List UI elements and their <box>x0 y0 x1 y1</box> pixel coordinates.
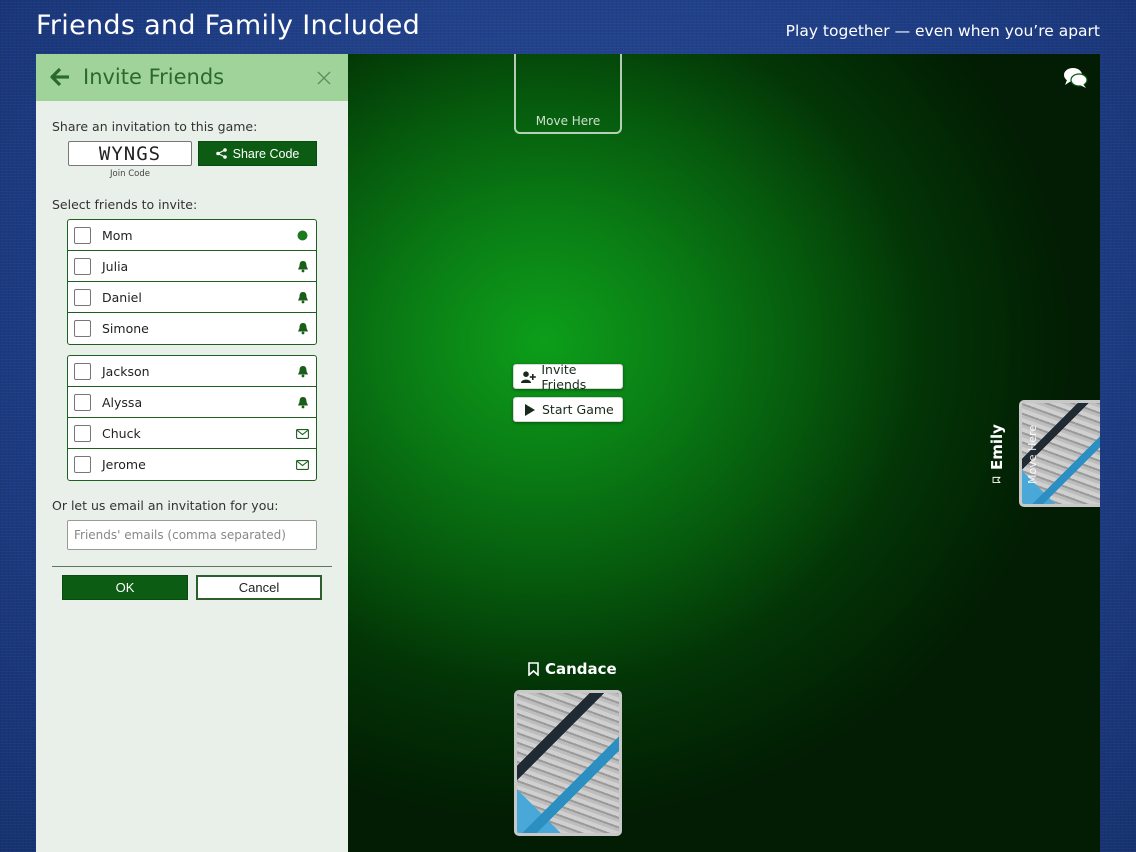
back-arrow-icon[interactable] <box>50 67 70 87</box>
friend-name: Daniel <box>102 289 142 305</box>
bell-icon <box>296 396 309 409</box>
cancel-button[interactable]: Cancel <box>196 575 322 600</box>
share-icon <box>215 148 227 159</box>
select-friends-label: Select friends to invite: <box>52 197 198 212</box>
friend-checkbox[interactable] <box>74 393 91 411</box>
envelope-icon <box>296 427 309 440</box>
invite-friends-button[interactable]: Invite Friends <box>513 361 623 392</box>
friend-name: Chuck <box>102 425 141 441</box>
bookmark-icon <box>993 476 1002 484</box>
friend-row[interactable]: Mom <box>68 220 316 251</box>
join-code-caption: Join Code <box>110 169 150 179</box>
close-icon[interactable] <box>317 71 331 85</box>
share-code-label: Share Code <box>232 146 300 161</box>
divider <box>52 566 332 567</box>
friend-group: Jackson Alyssa Chuck Jerome <box>67 355 317 481</box>
friend-name: Jackson <box>102 363 150 379</box>
friend-checkbox[interactable] <box>74 257 91 275</box>
friend-name: Alyssa <box>102 394 143 410</box>
invite-friends-panel: Invite Friends Share an invitation to th… <box>36 54 348 852</box>
friend-checkbox[interactable] <box>74 362 91 380</box>
bookmark-icon <box>528 662 539 676</box>
friend-checkbox[interactable] <box>74 456 91 473</box>
start-game-label: Start Game <box>542 402 614 417</box>
game-table: Move Here Invite Friends Start Game Cand… <box>348 54 1100 852</box>
play-icon <box>521 403 537 417</box>
friend-name: Simone <box>102 321 149 336</box>
top-slot-label: Move Here <box>535 114 601 128</box>
page-title: Friends and Family Included <box>36 10 421 41</box>
card-deck[interactable] <box>514 690 622 836</box>
friend-row[interactable]: Simone <box>68 313 316 344</box>
friend-row[interactable]: Jerome <box>68 449 316 480</box>
friend-name: Julia <box>102 258 129 274</box>
friend-row[interactable]: Alyssa <box>68 387 316 418</box>
player-candace: Candace <box>528 660 617 678</box>
friend-name: Jerome <box>102 457 146 472</box>
friend-row[interactable]: Jackson <box>68 356 316 387</box>
online-dot-icon <box>296 229 309 242</box>
top-move-slot[interactable]: Move Here <box>514 54 622 134</box>
bell-icon <box>296 322 309 335</box>
panel-title: Invite Friends <box>83 65 225 89</box>
panel-header: Invite Friends <box>36 54 348 101</box>
bell-icon <box>296 260 309 273</box>
invite-friends-label: Invite Friends <box>541 361 587 392</box>
player-name: Emily <box>988 424 1006 470</box>
right-slot-label: Move Here <box>1026 424 1039 484</box>
friend-row[interactable]: Julia <box>68 251 316 282</box>
join-code: WYNGS <box>68 141 192 166</box>
friend-name: Mom <box>102 227 133 243</box>
share-code-button[interactable]: Share Code <box>198 141 317 166</box>
friend-checkbox[interactable] <box>74 424 91 442</box>
bell-icon <box>296 291 309 304</box>
email-input[interactable] <box>67 520 317 550</box>
friend-row[interactable]: Chuck <box>68 418 316 449</box>
friend-checkbox[interactable] <box>74 320 91 337</box>
player-emily: Emily <box>988 424 1006 484</box>
friend-checkbox[interactable] <box>74 288 91 306</box>
player-name: Candace <box>545 660 617 678</box>
friend-group: Mom Julia Daniel Simone <box>67 219 317 345</box>
start-game-button[interactable]: Start Game <box>513 397 623 422</box>
friend-row[interactable]: Daniel <box>68 282 316 313</box>
envelope-icon <box>296 458 309 471</box>
email-label: Or let us email an invitation for you: <box>52 498 279 513</box>
friend-checkbox[interactable] <box>74 226 91 244</box>
chat-icon[interactable] <box>1062 66 1088 90</box>
ok-button[interactable]: OK <box>62 575 188 600</box>
page-tagline: Play together — even when you’re apart <box>785 22 1100 40</box>
bell-icon <box>296 365 309 378</box>
add-user-icon <box>521 370 536 384</box>
share-label: Share an invitation to this game: <box>52 119 258 134</box>
